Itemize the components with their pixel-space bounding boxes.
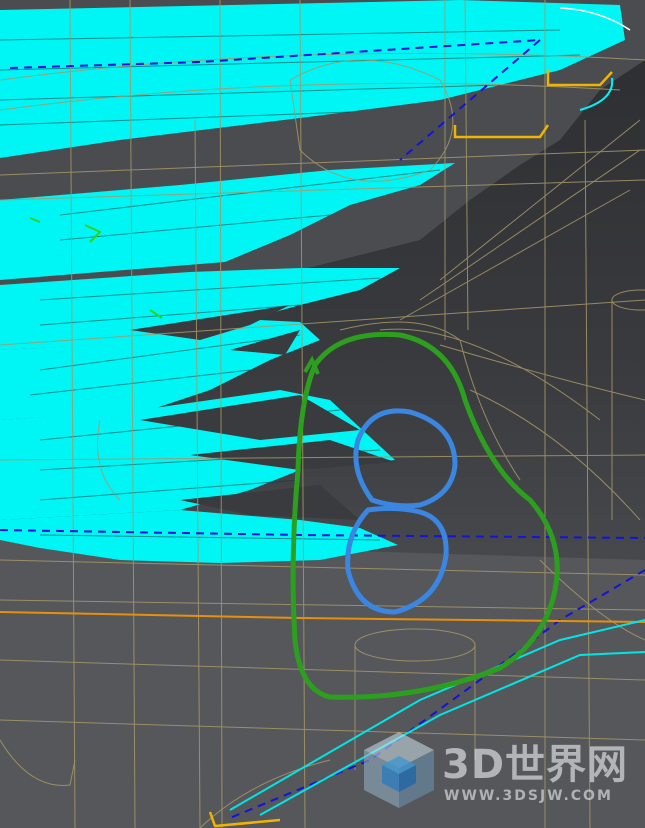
watermark-title: 3D世界网: [442, 742, 629, 788]
site-watermark: 3D世界网 WWW.3DSJW.COM: [360, 728, 630, 818]
3d-cube-logo-icon: [364, 732, 434, 808]
watermark-url: WWW.3DSJW.COM: [444, 788, 613, 804]
cam-3d-viewport[interactable]: 3D世界网 WWW.3DSJW.COM: [0, 0, 645, 828]
cam-scene: [0, 0, 645, 828]
